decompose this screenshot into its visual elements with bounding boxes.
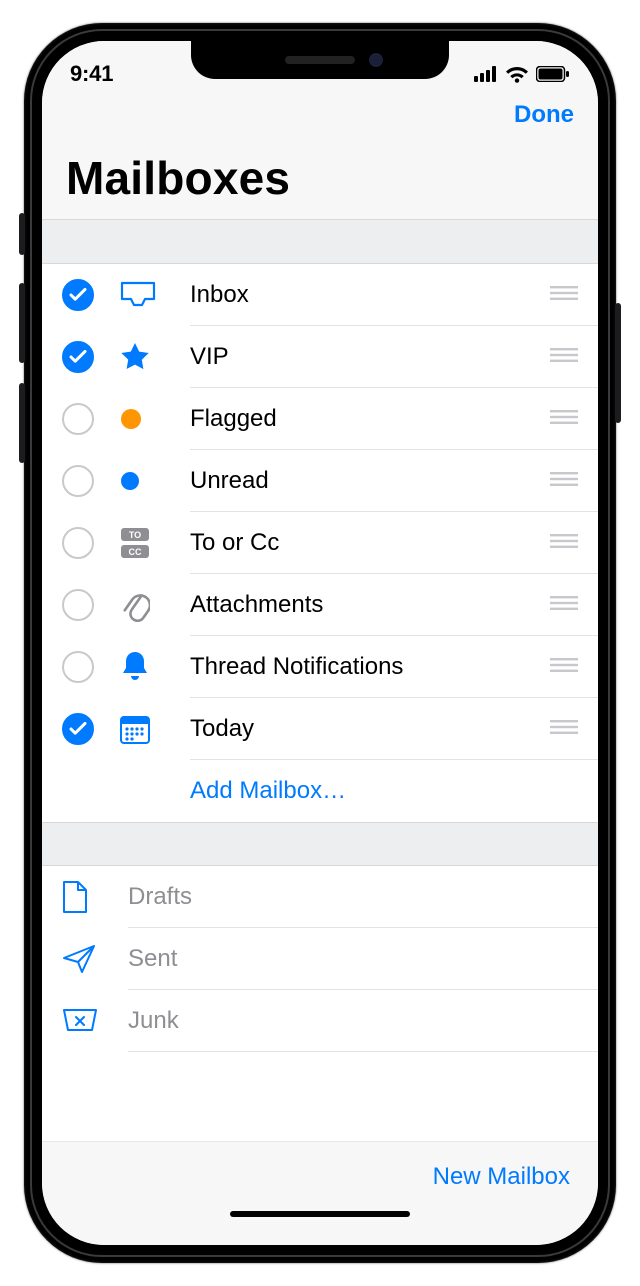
mailbox-row-unread[interactable]: Unread bbox=[42, 450, 598, 512]
drag-handle-icon[interactable] bbox=[550, 534, 578, 553]
star-icon bbox=[120, 342, 150, 372]
to-cc-icon: TO CC bbox=[120, 527, 150, 559]
unread-dot-icon bbox=[120, 471, 140, 491]
mailbox-label: Inbox bbox=[190, 281, 538, 309]
mailbox-row-thread-notifications[interactable]: Thread Notifications bbox=[42, 636, 598, 698]
check-icon[interactable] bbox=[62, 651, 94, 683]
svg-text:CC: CC bbox=[129, 547, 142, 557]
mailbox-row-sent[interactable]: Sent bbox=[42, 928, 598, 990]
mailbox-label: Sent bbox=[128, 945, 578, 973]
drag-handle-icon[interactable] bbox=[550, 410, 578, 429]
junkbox-icon bbox=[62, 1008, 98, 1034]
mailbox-row-inbox[interactable]: Inbox bbox=[42, 264, 598, 326]
flag-dot-icon bbox=[120, 408, 142, 430]
drag-handle-icon[interactable] bbox=[550, 720, 578, 739]
page-title: Mailboxes bbox=[66, 151, 574, 205]
screen: 9:41 Done Mailboxes bbox=[42, 41, 598, 1245]
add-mailbox-row[interactable]: Add Mailbox… bbox=[42, 760, 598, 822]
check-icon[interactable] bbox=[62, 341, 94, 373]
check-icon[interactable] bbox=[62, 527, 94, 559]
done-button[interactable]: Done bbox=[514, 101, 574, 129]
mailbox-label: Today bbox=[190, 715, 538, 743]
mailbox-label: VIP bbox=[190, 343, 538, 371]
check-icon[interactable] bbox=[62, 713, 94, 745]
add-mailbox-label: Add Mailbox… bbox=[190, 777, 578, 805]
paperclip-icon bbox=[120, 588, 150, 622]
cellular-icon bbox=[474, 66, 498, 82]
mailbox-row-vip[interactable]: VIP bbox=[42, 326, 598, 388]
mailbox-row-today[interactable]: Today bbox=[42, 698, 598, 760]
drag-handle-icon[interactable] bbox=[550, 286, 578, 305]
drag-handle-icon[interactable] bbox=[550, 658, 578, 677]
bottom-toolbar: New Mailbox bbox=[42, 1141, 598, 1211]
status-time: 9:41 bbox=[70, 61, 113, 87]
mailbox-label: To or Cc bbox=[190, 529, 538, 557]
mailbox-label: Unread bbox=[190, 467, 538, 495]
check-icon[interactable] bbox=[62, 465, 94, 497]
new-mailbox-button[interactable]: New Mailbox bbox=[433, 1163, 570, 1191]
mailbox-label: Flagged bbox=[190, 405, 538, 433]
calendar-icon bbox=[120, 714, 150, 744]
paperplane-icon bbox=[62, 944, 96, 974]
mailbox-list: Inbox bbox=[42, 264, 598, 822]
check-icon[interactable] bbox=[62, 279, 94, 311]
drag-handle-icon[interactable] bbox=[550, 472, 578, 491]
battery-icon bbox=[536, 66, 570, 82]
mailbox-row-flagged[interactable]: Flagged bbox=[42, 388, 598, 450]
mailbox-label: Thread Notifications bbox=[190, 653, 538, 681]
mailbox-row-attachments[interactable]: Attachments bbox=[42, 574, 598, 636]
mailbox-label: Junk bbox=[128, 1007, 578, 1035]
mailbox-label: Attachments bbox=[190, 591, 538, 619]
check-icon[interactable] bbox=[62, 589, 94, 621]
svg-text:TO: TO bbox=[129, 530, 141, 540]
bell-icon bbox=[120, 650, 150, 684]
mailbox-row-junk[interactable]: Junk bbox=[42, 990, 598, 1052]
check-icon[interactable] bbox=[62, 403, 94, 435]
mailbox-row-drafts[interactable]: Drafts bbox=[42, 866, 598, 928]
device-notch bbox=[191, 41, 449, 79]
secondary-mailbox-list: Drafts Sent Junk bbox=[42, 866, 598, 1052]
document-icon bbox=[62, 880, 88, 914]
home-indicator[interactable] bbox=[230, 1211, 410, 1217]
drag-handle-icon[interactable] bbox=[550, 596, 578, 615]
inbox-icon bbox=[120, 281, 156, 309]
mailbox-row-to-cc[interactable]: TO CC To or Cc bbox=[42, 512, 598, 574]
drag-handle-icon[interactable] bbox=[550, 348, 578, 367]
wifi-icon bbox=[505, 65, 529, 83]
mailbox-label: Drafts bbox=[128, 883, 578, 911]
